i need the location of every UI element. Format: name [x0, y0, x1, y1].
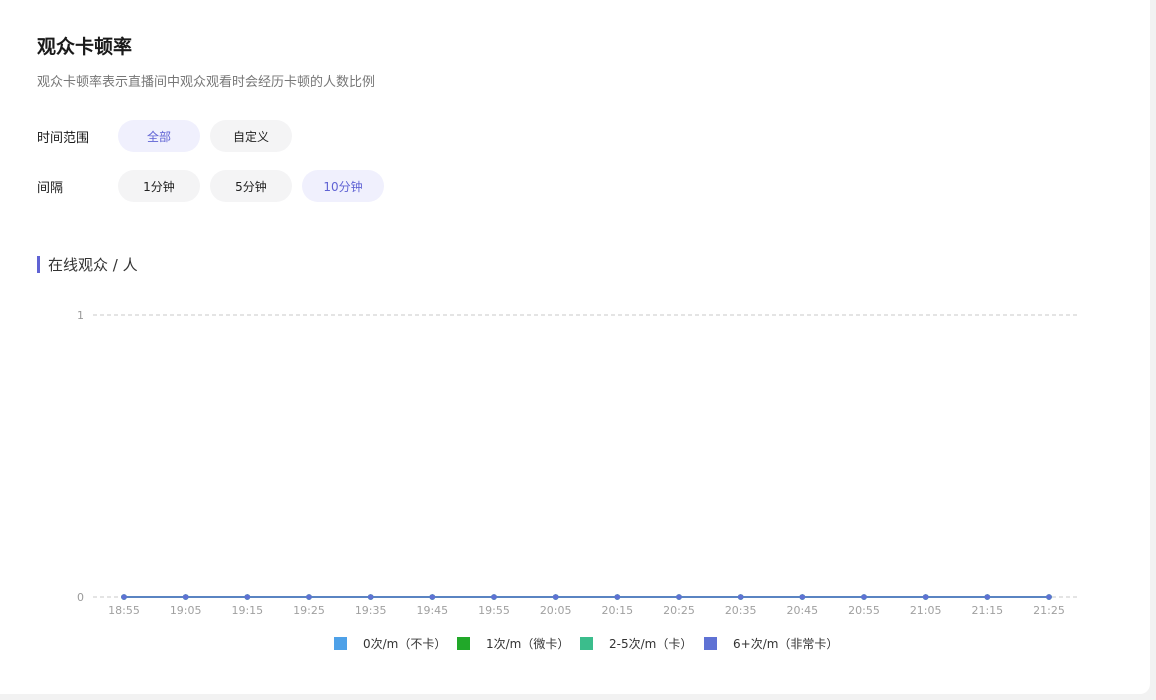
x-tick-label: 20:55 — [848, 604, 880, 617]
time-range-label: 时间范围 — [37, 130, 90, 146]
interval-1min-button[interactable]: 1分钟 — [118, 170, 200, 202]
data-point — [799, 594, 806, 600]
data-point — [614, 594, 621, 600]
x-tick-label: 20:25 — [663, 604, 695, 617]
data-point — [306, 594, 312, 600]
data-point — [861, 594, 867, 600]
data-point — [737, 594, 744, 600]
interval-label: 间隔 — [37, 180, 64, 196]
stutter-rate-card: 观众卡顿率 观众卡顿率表示直播间中观众观看时会经历卡顿的人数比例 时间范围 全部… — [0, 0, 1150, 694]
x-tick-label: 19:05 — [170, 604, 202, 617]
time-range-filter: 时间范围 全部 自定义 — [37, 120, 302, 152]
x-tick-label: 20:35 — [725, 604, 757, 617]
y-tick-label: 1 — [77, 309, 84, 322]
data-point — [367, 594, 374, 600]
x-tick-label: 21:15 — [971, 604, 1003, 617]
x-tick-label: 19:15 — [231, 604, 263, 617]
legend-label: 1次/m（微卡） — [486, 637, 569, 651]
data-point — [922, 594, 929, 600]
data-point — [1046, 594, 1052, 600]
interval-5min-button[interactable]: 5分钟 — [210, 170, 292, 202]
line-chart: 0 1 18:55 19:05 19:15 19:25 19:35 19:45 19:55 20:… — [77, 309, 1080, 651]
time-range-custom-button[interactable]: 自定义 — [210, 120, 292, 152]
legend-swatch — [704, 637, 717, 650]
chart-section-header: 在线观众 / 人 — [37, 254, 138, 274]
y-tick-label: 0 — [77, 591, 84, 604]
interval-10min-button[interactable]: 10分钟 — [302, 170, 384, 202]
x-tick-label: 20:45 — [786, 604, 818, 617]
legend-label: 0次/m（不卡） — [363, 637, 446, 651]
data-point — [491, 594, 497, 600]
legend-swatch — [457, 637, 470, 650]
data-point — [552, 594, 559, 600]
page-title: 观众卡顿率 — [37, 36, 133, 58]
data-point — [121, 594, 127, 600]
x-tick-label: 19:35 — [355, 604, 387, 617]
legend-label: 6+次/m（非常卡） — [733, 637, 838, 651]
page-description: 观众卡顿率表示直播间中观众观看时会经历卡顿的人数比例 — [37, 75, 376, 90]
legend-swatch — [580, 637, 593, 650]
x-tick-label: 21:25 — [1033, 604, 1065, 617]
data-point — [676, 594, 682, 600]
interval-filter: 间隔 1分钟 5分钟 10分钟 — [37, 170, 394, 202]
legend-swatch — [334, 637, 347, 650]
x-tick-label: 19:45 — [416, 604, 448, 617]
x-tick-label: 20:15 — [601, 604, 633, 617]
time-range-all-button[interactable]: 全部 — [118, 120, 200, 152]
x-tick-label: 18:55 — [108, 604, 140, 617]
chart-section-title: 在线观众 / 人 — [48, 255, 138, 274]
section-accent-bar — [37, 255, 40, 273]
x-tick-label: 21:05 — [910, 604, 942, 617]
data-point — [984, 594, 991, 600]
data-point — [429, 594, 436, 600]
x-tick-label: 19:25 — [293, 604, 325, 617]
legend-label: 2-5次/m（卡） — [609, 637, 692, 651]
data-point — [182, 594, 189, 600]
x-tick-label: 19:55 — [478, 604, 510, 617]
x-tick-label: 20:05 — [540, 604, 572, 617]
data-point — [244, 594, 251, 600]
